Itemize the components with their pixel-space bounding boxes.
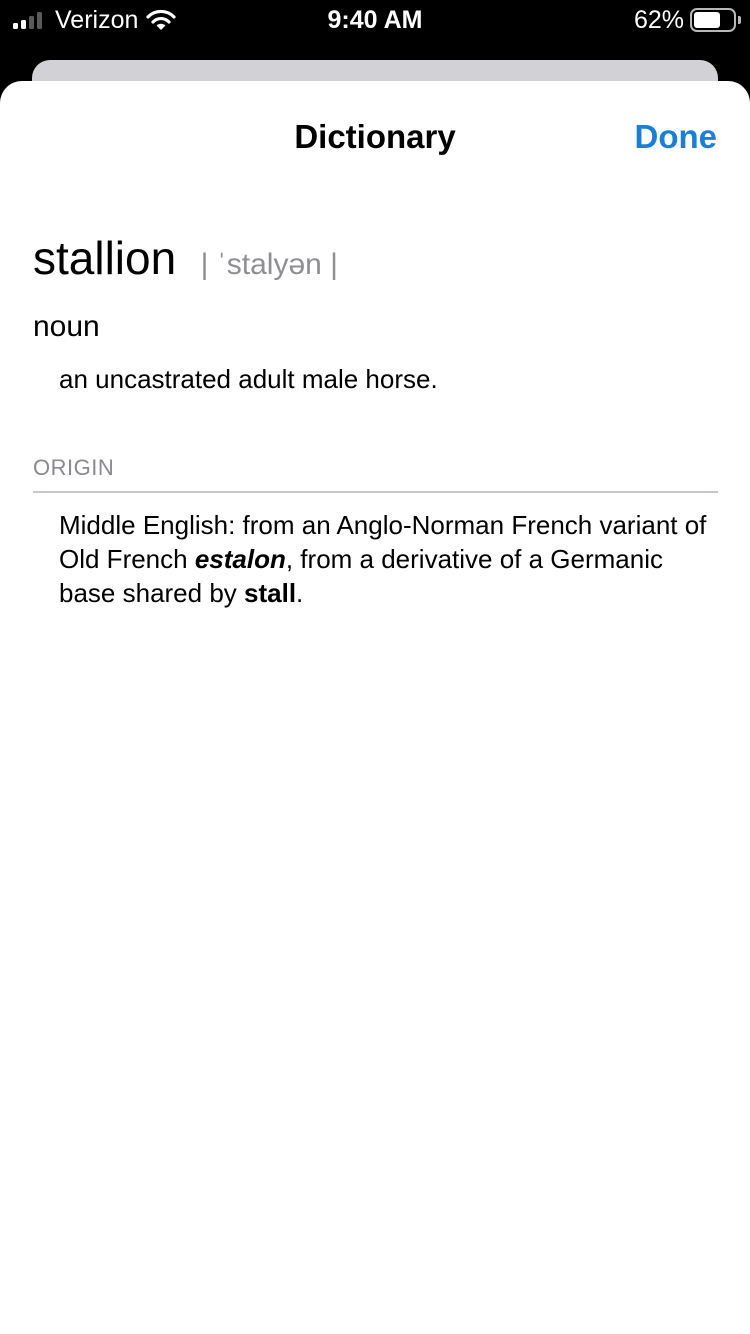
origin-label: ORIGIN	[33, 455, 115, 480]
headword: stallion	[33, 232, 177, 284]
part-of-speech: noun	[33, 310, 100, 343]
headword-row: stallion | ˈstalyən |	[33, 231, 338, 285]
battery-percent: 62%	[634, 6, 685, 34]
battery-icon	[690, 8, 741, 32]
divider	[33, 491, 718, 493]
pronunciation: | ˈstalyən |	[200, 248, 338, 281]
done-button[interactable]: Done	[635, 118, 718, 156]
origin-text-part: .	[296, 578, 304, 608]
origin-text: Middle English: from an Anglo-Norman Fre…	[59, 508, 719, 610]
definition: an uncastrated adult male horse.	[59, 364, 438, 394]
status-bar: Verizon 9:40 AM 62%	[0, 0, 750, 44]
origin-term-estalon: estalon	[194, 544, 286, 574]
origin-term-stall: stall	[244, 578, 297, 608]
dictionary-sheet: Dictionary Done stallion | ˈstalyən | no…	[0, 81, 750, 1334]
